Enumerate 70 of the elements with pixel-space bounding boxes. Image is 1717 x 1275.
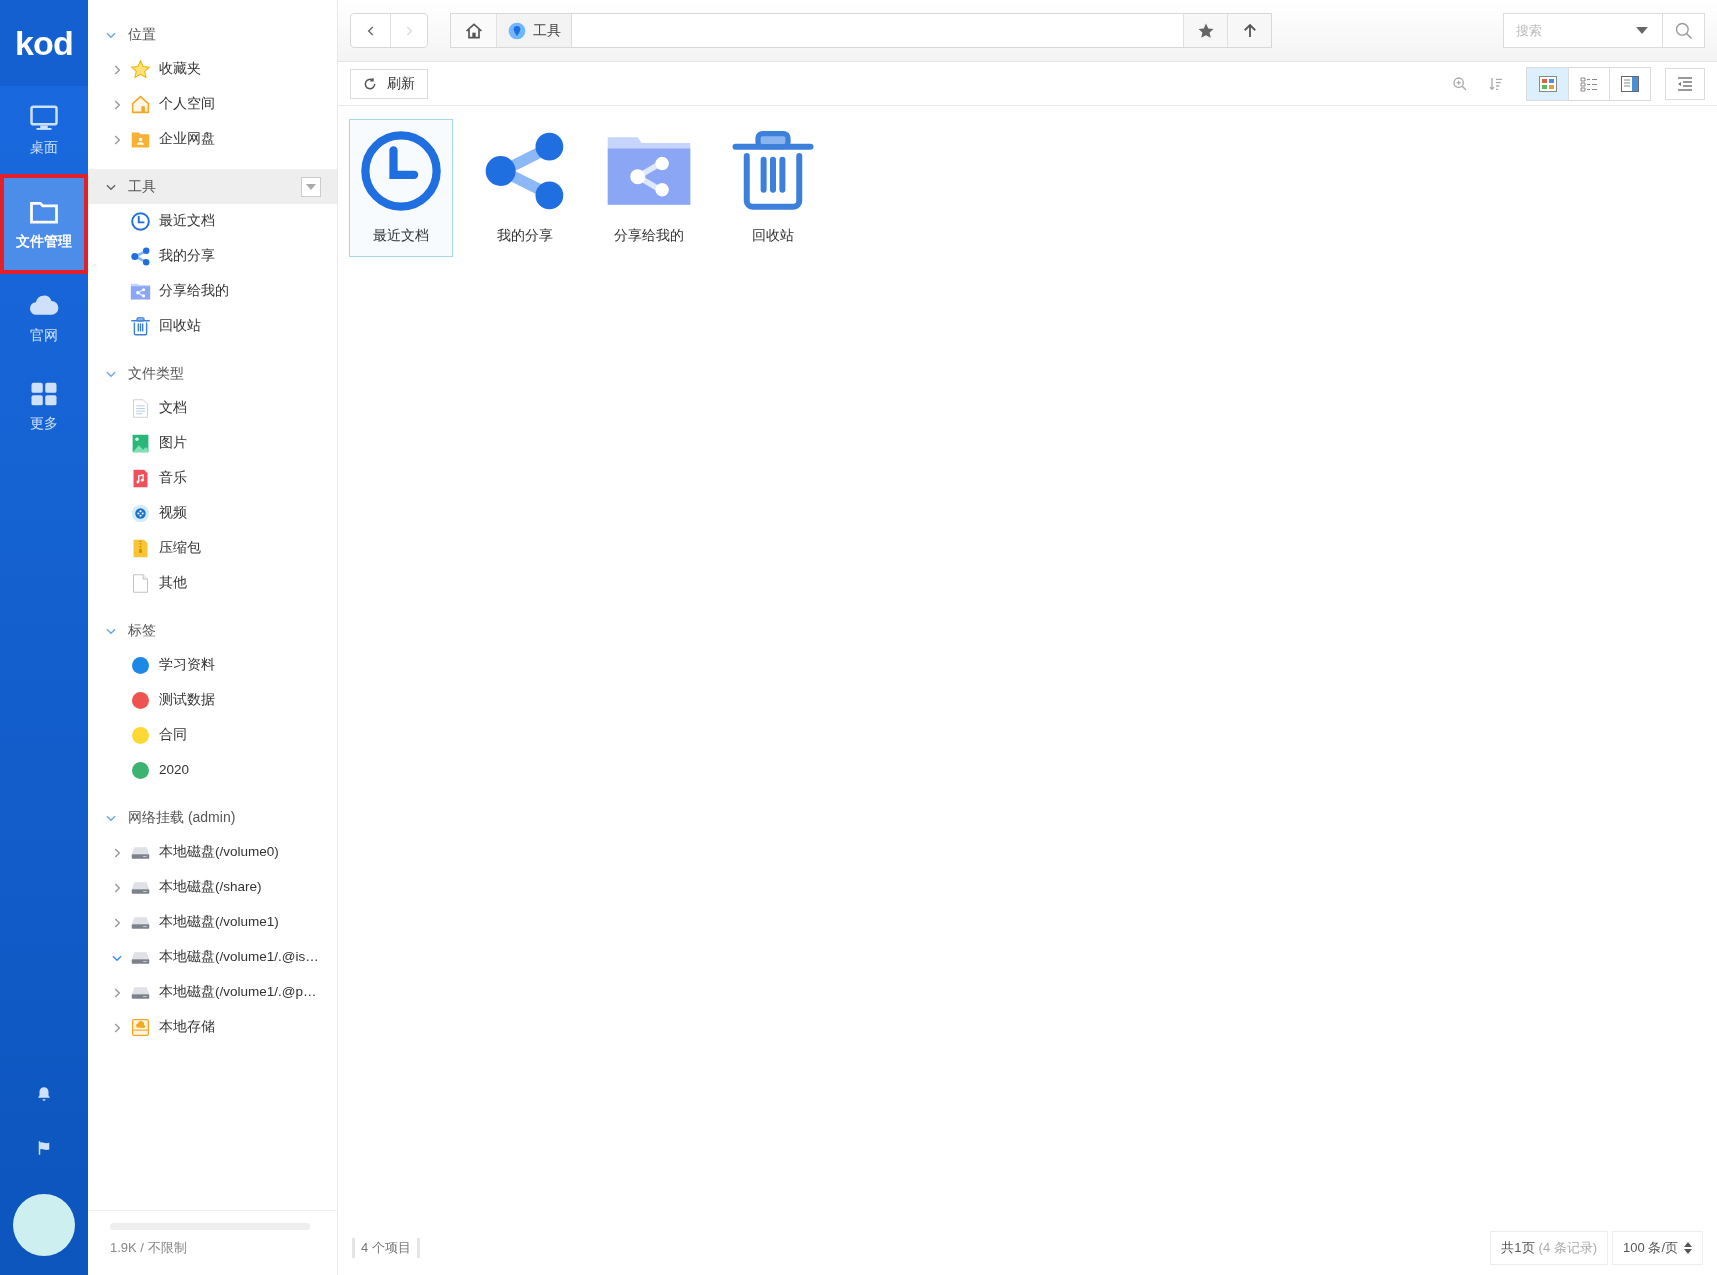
tree-item[interactable]: 压缩包: [88, 531, 337, 566]
view-mode-button[interactable]: [1527, 67, 1568, 100]
storage-text: 1.9K / 不限制: [110, 1239, 188, 1257]
nav-item[interactable]: 官网: [0, 274, 88, 362]
tree-item[interactable]: 2020: [88, 753, 337, 788]
file-item[interactable]: 分享给我的: [597, 119, 701, 257]
tree-item[interactable]: 合同: [88, 718, 337, 753]
tree-item[interactable]: 学习资料: [88, 648, 337, 683]
file-item[interactable]: 我的分享: [473, 119, 577, 257]
tree-item[interactable]: 收藏夹: [88, 52, 337, 87]
zoom-in-icon: [1452, 75, 1468, 92]
tree-item[interactable]: 本地存储: [88, 1010, 337, 1045]
shared-folder-icon: [129, 281, 151, 302]
tree-item[interactable]: 其他: [88, 566, 337, 601]
tree-item[interactable]: 本地磁盘(/volume0): [88, 835, 337, 870]
tree-item[interactable]: 测试数据: [88, 683, 337, 718]
nav-item[interactable]: 更多: [0, 362, 88, 450]
list-icon: [1580, 75, 1598, 92]
pagination-info: 共1页 (4 条记录): [1490, 1231, 1609, 1265]
item-count: 4 个项目: [352, 1238, 420, 1258]
favorite-button[interactable]: [1183, 14, 1227, 47]
page-size-select[interactable]: 100 条/页: [1612, 1231, 1703, 1265]
file-item[interactable]: 回收站: [721, 119, 825, 257]
pin-icon: [507, 20, 527, 41]
thumbnails-icon: [1538, 75, 1557, 92]
home-button[interactable]: [451, 14, 497, 47]
bell-icon: [35, 1085, 53, 1103]
caret-icon: [306, 183, 316, 190]
tree-item[interactable]: 我的分享: [88, 239, 337, 274]
caret-icon: [1636, 27, 1648, 34]
nav-item[interactable]: 桌面: [0, 86, 88, 174]
sort-caret-icon: [1684, 1242, 1692, 1254]
tree-item[interactable]: 音乐: [88, 461, 337, 496]
tree-item[interactable]: 回收站: [88, 309, 337, 344]
up-button[interactable]: [1227, 14, 1271, 47]
section-header[interactable]: 标签: [88, 613, 337, 648]
trash-icon: [129, 316, 151, 337]
panel-toggle-button[interactable]: [1665, 67, 1705, 100]
tree-item[interactable]: 图片: [88, 426, 337, 461]
section-header[interactable]: 文件类型: [88, 356, 337, 391]
refresh-icon: [363, 76, 377, 91]
star-icon: [129, 59, 151, 80]
tree-item[interactable]: 本地磁盘(/volume1/.@p…: [88, 975, 337, 1010]
tree-item[interactable]: 视频: [88, 496, 337, 531]
section-header[interactable]: 网络挂载 (admin): [88, 800, 337, 835]
tree-item[interactable]: 企业网盘: [88, 122, 337, 157]
tree-item[interactable]: 本地磁盘(/volume1/.@is…: [88, 940, 337, 975]
search-box[interactable]: 搜索: [1503, 13, 1663, 48]
split-view-icon: [1621, 75, 1639, 92]
video-icon: [129, 503, 151, 524]
tree-item[interactable]: 本地磁盘(/share): [88, 870, 337, 905]
logo: kod: [15, 22, 73, 64]
home-icon: [129, 94, 151, 115]
tree-item[interactable]: 个人空间: [88, 87, 337, 122]
tree-item[interactable]: 文档: [88, 391, 337, 426]
section-header[interactable]: 位置: [88, 17, 337, 52]
refresh-button[interactable]: 刷新: [350, 68, 428, 99]
tree-item[interactable]: 最近文档: [88, 204, 337, 239]
share-icon: [129, 246, 151, 267]
storage-icon: [129, 1017, 151, 1038]
clock-icon: [129, 211, 151, 232]
file-item[interactable]: 最近文档: [349, 119, 453, 257]
tree-item[interactable]: 本地磁盘(/volume1): [88, 905, 337, 940]
sort-icon: [1488, 75, 1504, 92]
breadcrumb[interactable]: 工具: [497, 14, 572, 47]
search-icon: [1673, 20, 1694, 41]
outdent-icon: [1677, 76, 1693, 91]
dropdown-button[interactable]: [301, 176, 321, 197]
section-header[interactable]: 工具: [88, 169, 337, 204]
tree-item[interactable]: 分享给我的: [88, 274, 337, 309]
